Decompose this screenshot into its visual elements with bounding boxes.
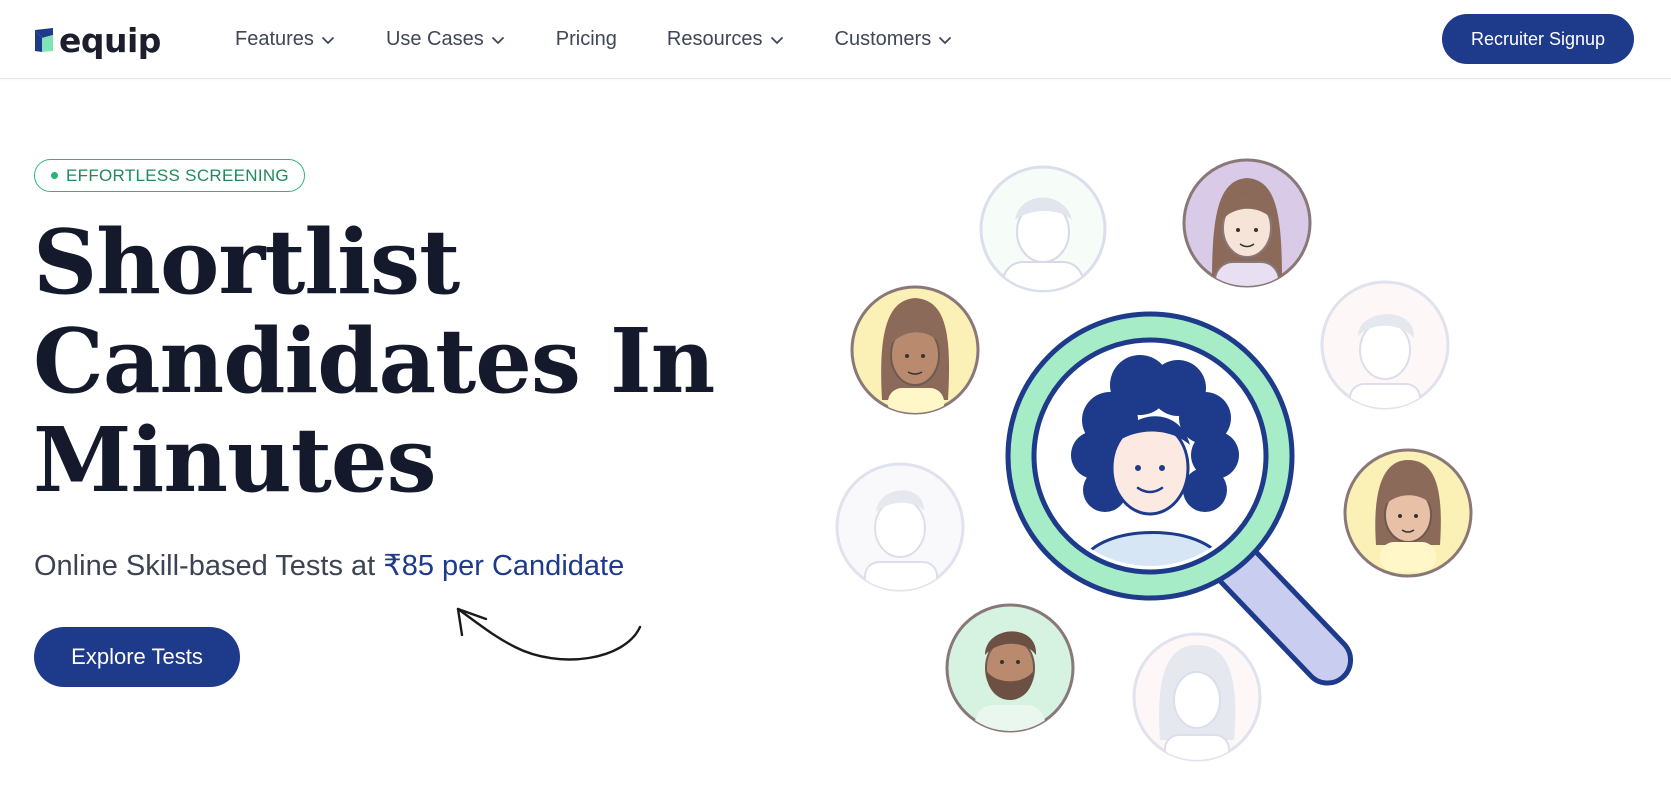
nav-item-label: Customers [834,28,932,50]
badge-label: EFFORTLESS SCREENING [66,165,289,185]
status-dot-icon [51,172,58,179]
headline-line: Shortlist [33,209,460,314]
woman-avatar-purple [1182,158,1312,288]
equip-logo[interactable]: equip [33,22,161,58]
explore-tests-button[interactable]: Explore Tests [34,627,240,687]
nav-item-pricing[interactable]: Pricing [556,28,617,51]
headline-line: Minutes [33,407,437,512]
chevron-down-icon [491,36,504,44]
faded-woman-avatar-bottom [1132,632,1262,762]
chevron-down-icon [322,36,334,44]
nav-item-use-cases[interactable]: Use Cases [386,28,506,51]
hero-illustration [820,150,1500,780]
logo-text: equip [59,20,161,60]
headline-line: Candidates In [33,308,715,413]
nav-item-label: Use Cases [385,28,484,50]
bearded-man-avatar [945,603,1075,733]
nav-item-resources[interactable]: Resources [667,28,785,51]
faded-man-avatar-left [835,462,965,592]
chevron-down-icon [770,36,783,44]
main-menu: Features Use Cases Pricing Resources Cus… [235,0,1003,79]
curved-arrow-icon [456,607,642,661]
recruiter-signup-button[interactable]: Recruiter Signup [1442,14,1634,64]
chevron-down-icon [939,36,952,44]
nav-item-label: Pricing [555,28,617,50]
nav-item-features[interactable]: Features [235,28,336,51]
effortless-screening-badge: EFFORTLESS SCREENING [34,159,305,192]
woman-avatar-yellow [850,285,980,415]
logo-mark-icon [35,28,53,52]
price-highlight: ₹85 per Candidate [383,550,625,582]
nav-item-label: Features [235,28,314,50]
top-navbar: equip Features Use Cases Pricing Resourc… [0,0,1671,79]
hero-headline: Shortlist Candidates In Minutes [33,212,733,509]
woman-avatar-yellow-right [1343,448,1473,578]
faded-man-avatar-right [1320,280,1450,410]
nav-item-label: Resources [666,28,763,50]
faded-man-avatar [979,165,1107,293]
hero-subline: Online Skill-based Tests at ₹85 per Cand… [34,548,624,583]
nav-item-customers[interactable]: Customers [835,28,954,51]
subline-prefix: Online Skill-based Tests at [34,550,384,582]
